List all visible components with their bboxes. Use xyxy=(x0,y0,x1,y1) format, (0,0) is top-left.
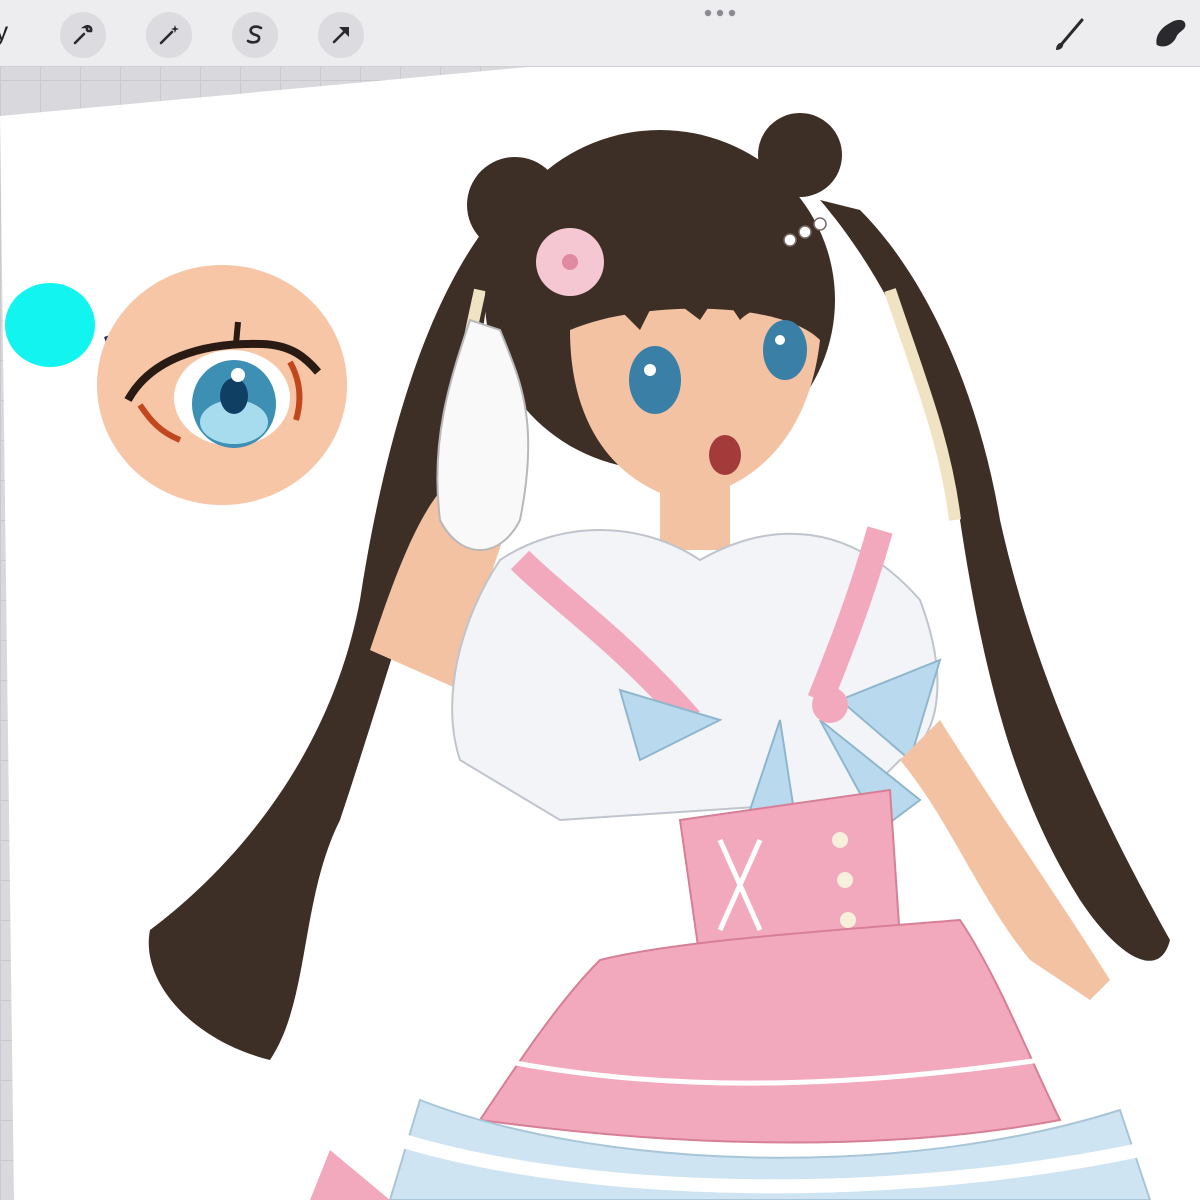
top-toolbar: ery xyxy=(0,0,1200,67)
more-dots-icon[interactable] xyxy=(700,6,740,20)
smudge-icon[interactable] xyxy=(1146,10,1194,58)
wrench-icon[interactable] xyxy=(60,12,106,58)
color-swatch xyxy=(5,283,95,367)
eye-study-sketch xyxy=(97,265,347,505)
brush-icon[interactable] xyxy=(1046,10,1094,58)
selection-s-icon[interactable] xyxy=(232,12,278,58)
gallery-button[interactable]: ery xyxy=(0,16,8,47)
transform-arrow-icon[interactable] xyxy=(318,12,364,58)
magic-wand-icon[interactable] xyxy=(146,12,192,58)
drawing-canvas[interactable] xyxy=(0,0,1200,1200)
